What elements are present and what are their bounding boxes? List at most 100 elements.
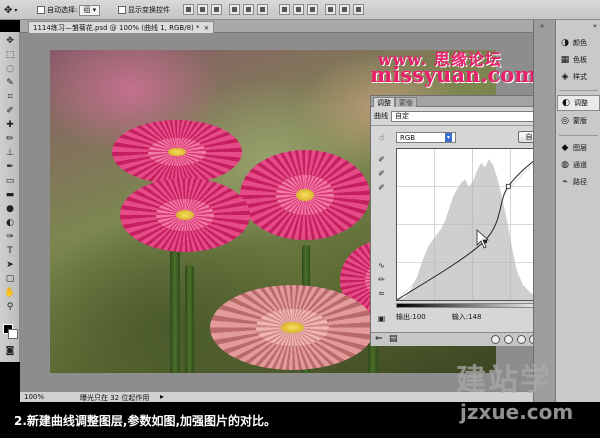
- dock-item-styles[interactable]: ◈ 样式: [557, 69, 600, 85]
- show-transform-checkbox[interactable]: [118, 6, 126, 14]
- chevron-down-icon: ▾: [445, 133, 452, 142]
- input-readout: 输入:148: [452, 312, 482, 322]
- blur-tool-icon[interactable]: ●: [4, 204, 16, 215]
- output-label: 输出:: [396, 313, 413, 321]
- align-vcenter-icon[interactable]: [197, 4, 208, 15]
- dock-item-channels[interactable]: ◍ 通道: [557, 157, 600, 173]
- color-icon: ◑: [561, 38, 569, 48]
- tab-adjustments[interactable]: 调整: [373, 97, 395, 107]
- move-tool-preset[interactable]: ✥ ▾: [4, 4, 17, 16]
- adjustments-tab-bar: 调整 蒙版: [371, 96, 552, 107]
- document-tab[interactable]: 1114练习—雏菊花.psd @ 100% (曲线 1, RGB/8) * ×: [28, 21, 215, 33]
- adjustments-icon: ◐: [562, 98, 570, 108]
- dock-item-adjustments[interactable]: ◐ 调整: [557, 95, 600, 111]
- gray-point-eyedropper-icon[interactable]: ✐: [376, 168, 387, 179]
- clip-to-layer-icon[interactable]: [491, 335, 500, 344]
- channels-icon: ◍: [561, 160, 569, 170]
- panel-title: 曲线: [374, 112, 388, 120]
- quick-mask-icon[interactable]: ◙: [4, 346, 16, 357]
- auto-select-value: 组: [83, 6, 91, 14]
- healing-brush-tool-icon[interactable]: ✚: [4, 120, 16, 131]
- input-label: 输入:: [451, 313, 469, 321]
- shape-tool-icon[interactable]: ▢: [4, 274, 16, 285]
- distribute-left-icon[interactable]: [325, 4, 336, 15]
- distribute-bottom-icon[interactable]: [307, 4, 318, 15]
- distribute-right-icon[interactable]: [353, 4, 364, 15]
- divider: [371, 125, 552, 126]
- auto-select-checkbox[interactable]: [37, 6, 45, 14]
- curve-edit-icon[interactable]: ∿: [376, 260, 387, 271]
- distribute-hcenter-icon[interactable]: [339, 4, 350, 15]
- crop-tool-icon[interactable]: ⌗: [4, 92, 16, 103]
- preset-value: 自定: [395, 112, 409, 120]
- curve-graph-svg: [396, 148, 549, 301]
- clone-stamp-tool-icon[interactable]: ⊥: [4, 148, 16, 159]
- tab-masks[interactable]: 蒙版: [395, 97, 417, 107]
- toolbox: ✥ ⬚ ◌ ✎ ⌗ ✐ ✚ ✏ ⊥ ✒ ▭ ▬ ● ◐ ✑ T ➤ ▢ ✋ ⚲ …: [0, 32, 20, 362]
- preset-dropdown[interactable]: 自定 ▾: [391, 110, 550, 122]
- view-previous-icon[interactable]: [517, 335, 526, 344]
- quick-select-tool-icon[interactable]: ✎: [4, 78, 16, 89]
- align-hcenter-icon[interactable]: [243, 4, 254, 15]
- black-point-eyedropper-icon[interactable]: ✐: [376, 154, 387, 165]
- visibility-icon[interactable]: [504, 335, 513, 344]
- swatches-icon: ▦: [560, 55, 570, 65]
- history-brush-tool-icon[interactable]: ✒: [4, 162, 16, 173]
- on-image-adjust-icon[interactable]: ☝: [376, 132, 387, 143]
- background-color-swatch[interactable]: [8, 329, 18, 339]
- pen-tool-icon[interactable]: ✑: [4, 232, 16, 243]
- close-tab-icon[interactable]: ×: [203, 24, 209, 32]
- collapse-arrows-icon[interactable]: «: [593, 22, 597, 30]
- right-dock: « ◑ 颜色 ▦ 色板 ◈ 样式 ◐ 调整 ◎ 蒙版 ◆ 图层 ◍ 通道 ⌁ 路…: [555, 20, 600, 402]
- eyedropper-tool-icon[interactable]: ✐: [4, 106, 16, 117]
- back-arrow-icon[interactable]: ⇐: [375, 334, 383, 344]
- pencil-edit-icon[interactable]: ✏: [376, 274, 387, 285]
- auto-select-label: 自动选择:: [47, 6, 78, 14]
- align-top-icon[interactable]: [183, 4, 194, 15]
- hand-tool-icon[interactable]: ✋: [4, 288, 16, 299]
- marquee-tool-icon[interactable]: ⬚: [4, 50, 16, 61]
- styles-icon: ◈: [561, 72, 569, 82]
- clipping-display-icon[interactable]: ▣: [376, 313, 387, 324]
- auto-select-option: 自动选择: 组 ▾: [37, 4, 101, 16]
- collapse-arrows-icon[interactable]: »: [540, 22, 544, 30]
- dock-item-label: 路径: [573, 178, 587, 186]
- dock-item-paths[interactable]: ⌁ 路径: [557, 174, 600, 190]
- brush-tool-icon[interactable]: ✏: [4, 134, 16, 145]
- dock-item-label: 通道: [573, 161, 587, 169]
- stem: [185, 265, 194, 373]
- smooth-icon[interactable]: ≈: [376, 288, 387, 299]
- document-tab-bar: 1114练习—雏菊花.psd @ 100% (曲线 1, RGB/8) * ×: [20, 20, 533, 33]
- path-select-tool-icon[interactable]: ➤: [4, 260, 16, 271]
- curve-control-point[interactable]: [505, 183, 511, 189]
- dodge-tool-icon[interactable]: ◐: [4, 218, 16, 229]
- dock-item-label: 样式: [573, 73, 587, 81]
- curve-graph[interactable]: [396, 148, 549, 301]
- lasso-tool-icon[interactable]: ◌: [4, 64, 16, 75]
- distribute-vcenter-icon[interactable]: [293, 4, 304, 15]
- align-right-icon[interactable]: [257, 4, 268, 15]
- channel-dropdown[interactable]: RGB ▾: [396, 132, 456, 143]
- dropdown-arrow-icon: ▾: [14, 6, 18, 14]
- align-bottom-icon[interactable]: [211, 4, 222, 15]
- dock-item-layers[interactable]: ◆ 图层: [557, 140, 600, 156]
- type-tool-icon[interactable]: T: [4, 246, 16, 257]
- gradient-tool-icon[interactable]: ▬: [4, 190, 16, 201]
- dock-item-masks[interactable]: ◎ 蒙版: [557, 113, 600, 129]
- expanded-view-icon[interactable]: ▤: [389, 334, 398, 344]
- distribute-top-icon[interactable]: [279, 4, 290, 15]
- move-tool-icon[interactable]: ✥: [4, 36, 16, 47]
- input-value: 148: [468, 313, 482, 321]
- dock-separator: [559, 135, 598, 136]
- eraser-tool-icon[interactable]: ▭: [4, 176, 16, 187]
- zoom-level[interactable]: 100%: [24, 393, 44, 401]
- zoom-tool-icon[interactable]: ⚲: [4, 302, 16, 313]
- dock-item-swatches[interactable]: ▦ 色板: [557, 52, 600, 68]
- align-left-icon[interactable]: [229, 4, 240, 15]
- daisy-flower: [120, 178, 250, 252]
- move-icon: ✥: [4, 4, 13, 16]
- auto-select-dropdown[interactable]: 组 ▾: [79, 4, 101, 16]
- white-point-eyedropper-icon[interactable]: ✐: [376, 182, 387, 193]
- dock-item-color[interactable]: ◑ 颜色: [557, 35, 600, 51]
- status-arrow-icon[interactable]: ▸: [160, 392, 164, 401]
